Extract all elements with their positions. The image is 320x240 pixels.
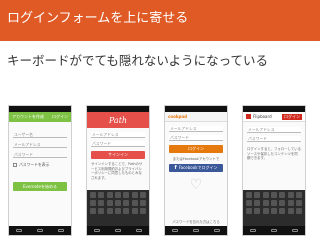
terms-note: サインインすることで、Pathのサービス利用規約およびプライバシーポリシーに同意… [91, 162, 143, 180]
email-field[interactable]: メールアドレス [169, 126, 223, 132]
path-logo: Path [108, 115, 128, 125]
login-button[interactable]: ログイン [282, 113, 302, 120]
nav-bar [243, 226, 305, 235]
email-field[interactable]: メールアドレス [13, 142, 67, 148]
screen-title: アカウントを作成 [12, 114, 44, 119]
screenshot-cookpad-login: cookpad メールアドレス パスワード ログイン またはFacebookアカ… [164, 105, 228, 236]
action-bar: アカウントを作成 ログイン [9, 112, 71, 122]
screenshot-path-signin: Path メールアドレス パスワード サインイン サインインすることで、Path… [86, 105, 150, 236]
action-bar: cookpad [165, 112, 227, 122]
signin-button[interactable]: サインイン [91, 151, 145, 159]
username-field[interactable]: ユーザー名 [13, 132, 67, 138]
screenshot-evernote-signup: アカウントを作成 ログイン ユーザー名 メールアドレス パスワード パスワードを… [8, 105, 72, 236]
cookpad-logo: cookpad [168, 114, 187, 119]
password-field[interactable]: パスワード [13, 152, 67, 158]
checkbox[interactable] [13, 163, 17, 167]
login-note: ログインすると、フォローしているソースや保存したコンテンツを同期できます。 [247, 147, 302, 160]
email-field[interactable]: メールアドレス [247, 127, 301, 133]
heart-icon: ♡ [189, 176, 203, 193]
password-field[interactable]: パスワード [91, 141, 145, 147]
facebook-login-label: Facebookでログイン [178, 164, 218, 170]
start-evernote-button[interactable]: Evernoteを始める [13, 182, 67, 191]
keyboard[interactable] [87, 190, 149, 226]
facebook-icon: f [174, 164, 177, 171]
nav-bar [9, 226, 71, 235]
path-header: Path [87, 112, 149, 128]
app-name: Flipboard [253, 114, 272, 119]
email-field[interactable]: メールアドレス [91, 132, 145, 138]
password-field[interactable]: パスワード [169, 135, 223, 141]
keyboard[interactable] [243, 190, 305, 226]
slide-header: ログインフォームを上に寄せる [0, 0, 320, 41]
nav-bar [87, 226, 149, 235]
show-password-label: パスワードを表示 [19, 162, 50, 167]
login-link[interactable]: ログイン [52, 114, 68, 120]
slide-title: ログインフォームを上に寄せる [7, 11, 189, 26]
login-button[interactable]: ログイン [169, 145, 223, 153]
flipboard-icon [246, 114, 251, 119]
screenshot-flipboard-login: Flipboard ログイン メールアドレス パスワード ログインすると、フォロ… [242, 105, 306, 236]
action-bar: Flipboard ログイン [243, 112, 305, 122]
slide-subtitle: キーボードがでても隠れないようになっている [7, 53, 269, 68]
facebook-login-button[interactable]: f Facebookでログイン [169, 163, 223, 172]
facebook-note: またはFacebookアカウントで [172, 157, 220, 161]
password-field[interactable]: パスワード [247, 136, 301, 142]
nav-bar [165, 226, 227, 235]
forgot-password-link[interactable]: パスワードを忘れた方はこちら [165, 220, 227, 225]
